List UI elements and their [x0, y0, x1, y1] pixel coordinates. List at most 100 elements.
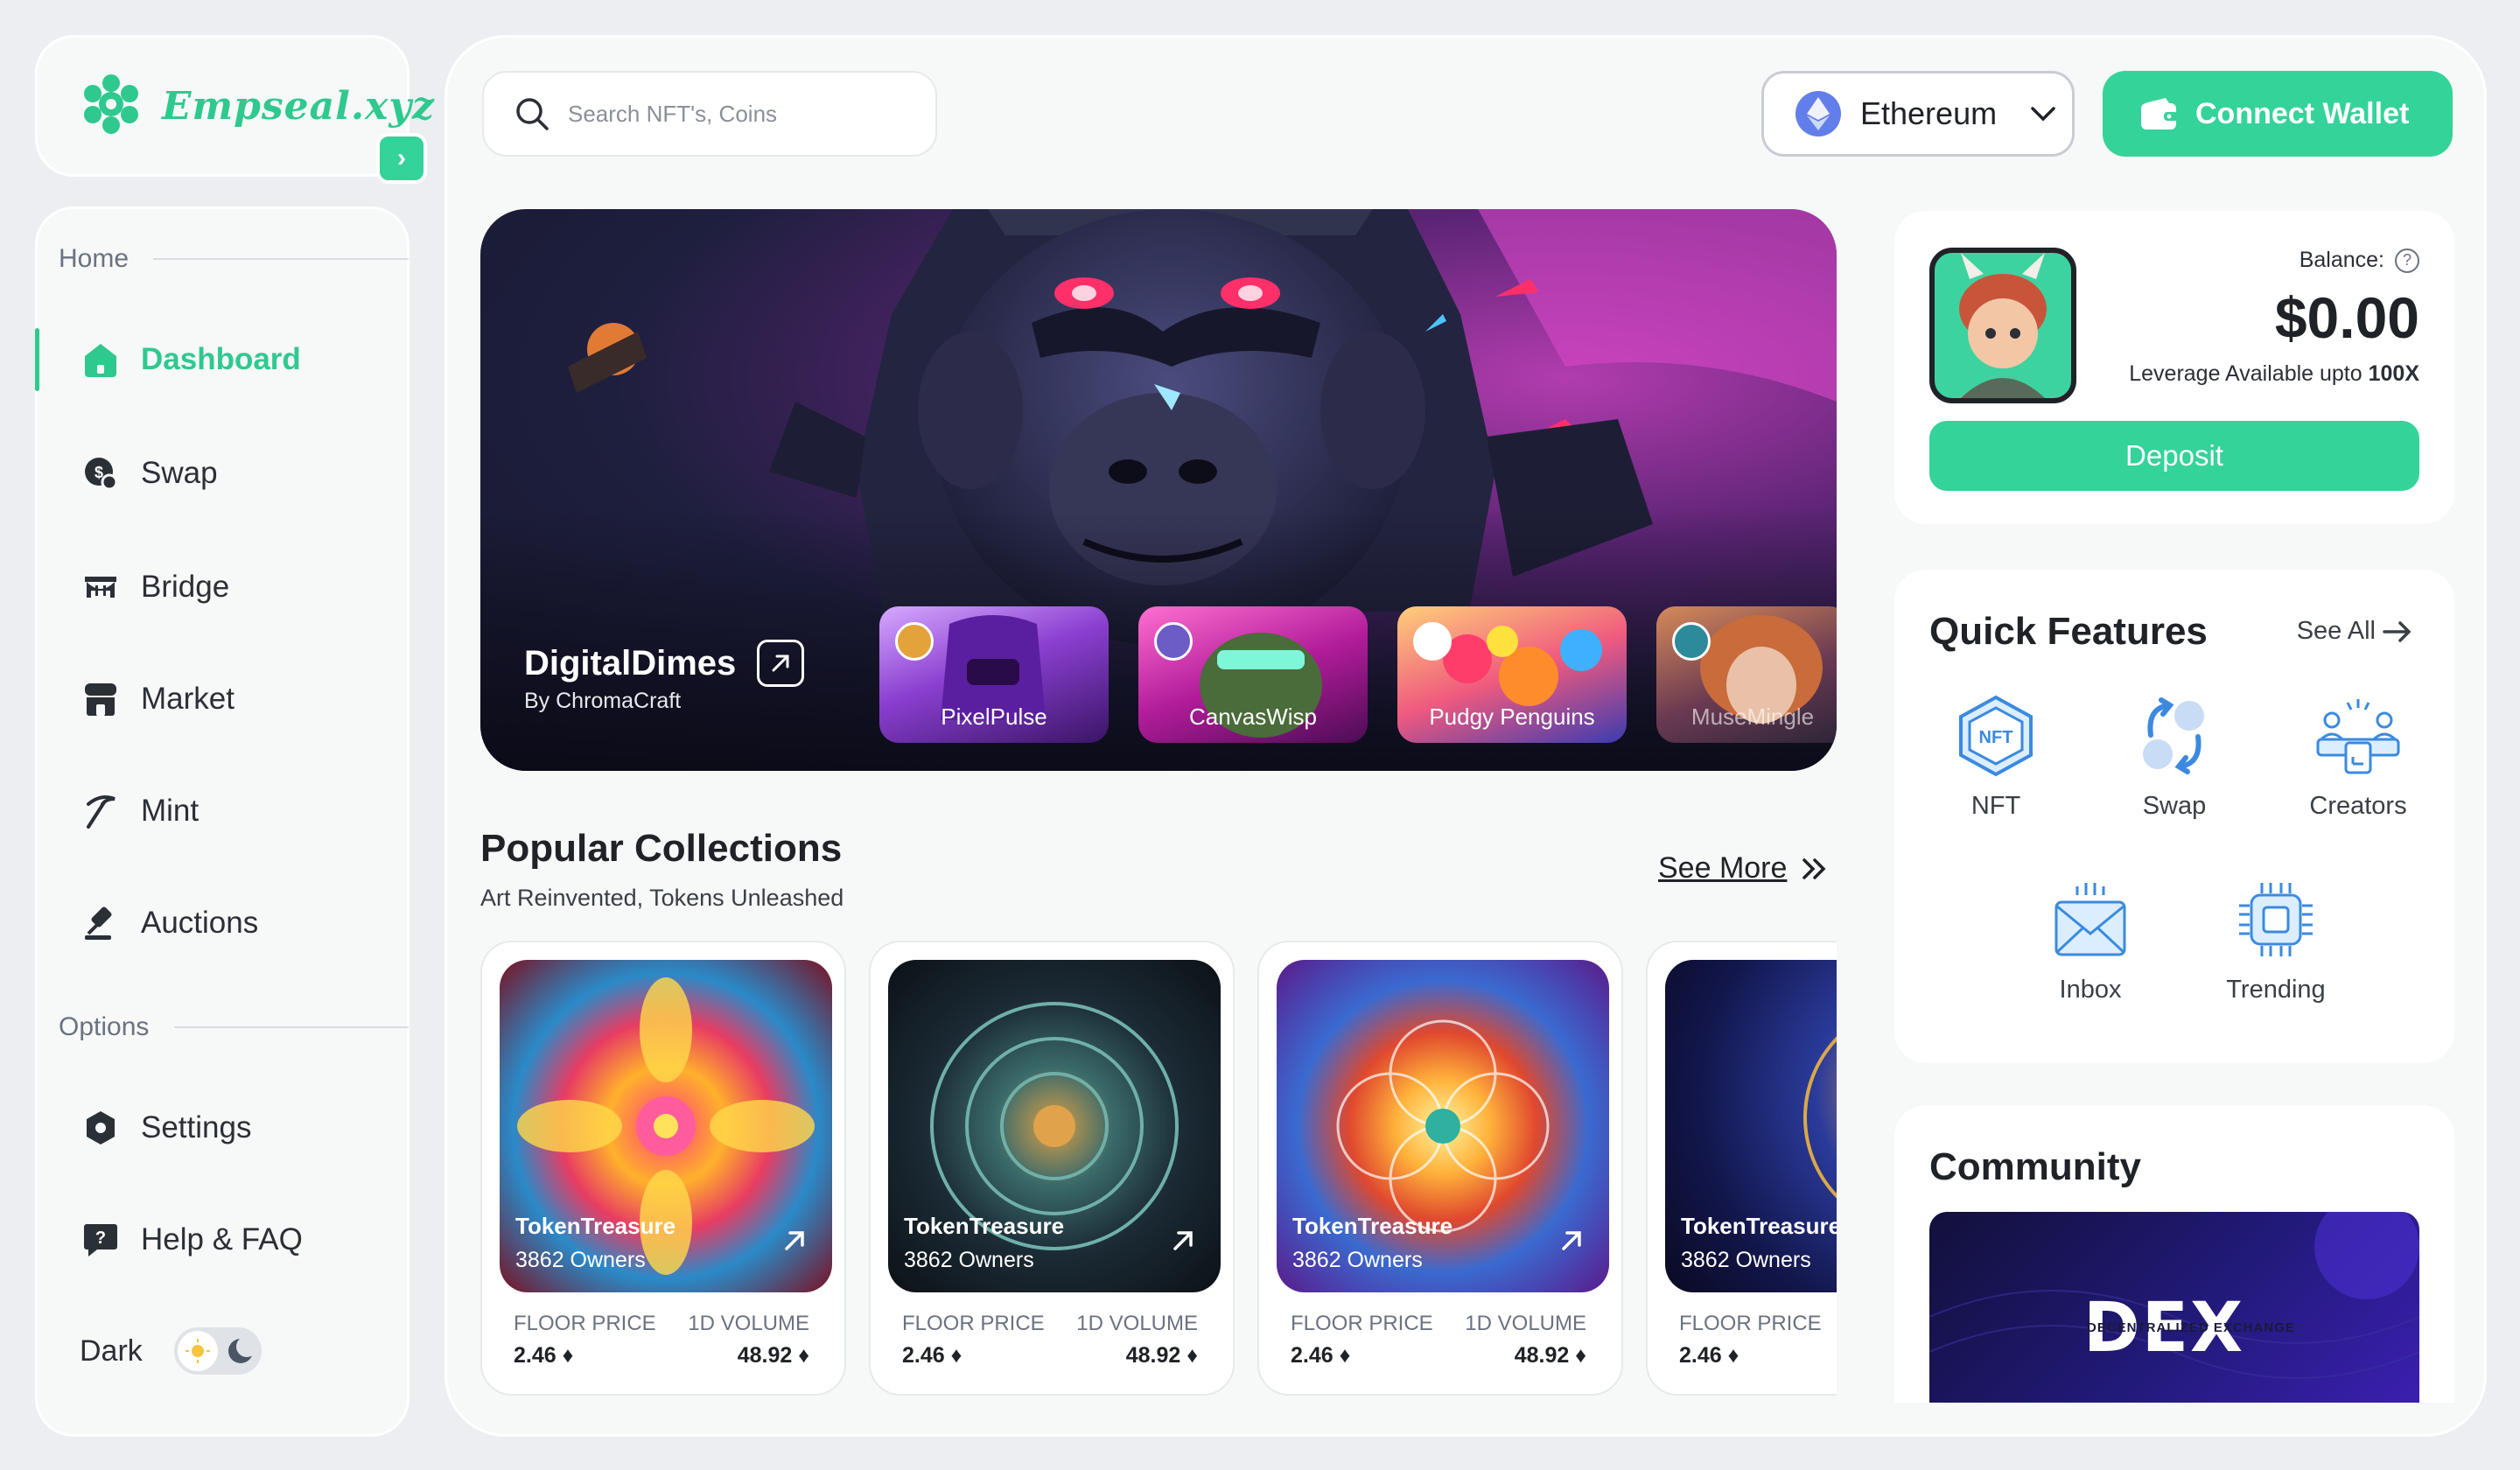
hero-card-label: Pudgy Penguins	[1429, 704, 1595, 730]
collection-artwork: TokenTreasure 3862 Owners	[500, 960, 832, 1292]
dark-mode-label: Dark	[80, 1334, 143, 1368]
quick-features-card: Quick Features See All NFT NFT Swap Crea…	[1894, 570, 2454, 1063]
moon-icon	[228, 1336, 257, 1363]
sidebar-item-swap[interactable]: $ Swap	[38, 437, 409, 510]
wallet-icon	[2141, 98, 2178, 130]
section-subtitle: Art Reinvented, Tokens Unleashed	[480, 885, 844, 911]
hero-title-text: DigitalDimes	[524, 643, 737, 682]
hero-card-musemingle[interactable]: MuseMingle	[1656, 606, 1837, 743]
creator-avatar	[1154, 622, 1193, 661]
svg-text:NFT: NFT	[1979, 728, 2013, 747]
bridge-icon	[80, 566, 122, 608]
info-icon[interactable]: ?	[2395, 248, 2419, 273]
home-icon	[80, 339, 122, 381]
sun-icon	[177, 1331, 218, 1371]
hero-card-pixelpulse[interactable]: PixelPulse	[879, 606, 1109, 743]
avatar[interactable]	[1929, 248, 2076, 403]
external-link-icon[interactable]	[757, 640, 805, 687]
hero-card-label: CanvasWisp	[1189, 704, 1317, 730]
sidebar-item-settings[interactable]: Settings	[38, 1091, 409, 1165]
quick-feature-trending[interactable]: Trending	[2206, 876, 2346, 1004]
sidebar: Home Dashboard $ Swap Bridge Market Mint…	[35, 206, 410, 1437]
brand-logo-icon	[80, 73, 143, 140]
collection-name: TokenTreasure	[1681, 1213, 1837, 1239]
help-icon: ?	[80, 1219, 122, 1261]
connect-wallet-label: Connect Wallet	[2195, 96, 2410, 130]
volume-label: 1D VOLUME	[688, 1312, 809, 1335]
ethereum-icon	[1796, 91, 1841, 136]
see-more-link[interactable]: See More	[1658, 851, 1829, 886]
hero-card-label: MuseMingle	[1690, 704, 1815, 730]
dark-mode-row: Dark	[80, 1327, 262, 1375]
see-all-link[interactable]: See All	[2297, 617, 2412, 646]
sidebar-item-bridge[interactable]: Bridge	[38, 550, 409, 624]
community-card: Community DEX DECENTRALIZED EXCHANGE	[1894, 1105, 2454, 1403]
collection-card[interactable]: TokenTreasure 3862 Owners FLOOR PRICE 2.…	[1646, 941, 1837, 1396]
sidebar-item-auctions[interactable]: Auctions	[38, 886, 409, 960]
sidebar-item-mint[interactable]: Mint	[38, 774, 409, 848]
brand-name: Empseal.xyz	[162, 83, 435, 129]
logo-card: Empseal.xyz	[35, 35, 434, 177]
floor-price-label: FLOOR PRICE	[514, 1312, 656, 1335]
hero-card-pudgy-penguins[interactable]: Pudgy Penguins	[1397, 606, 1627, 743]
creator-avatar	[1413, 622, 1452, 661]
chevron-down-icon	[2031, 107, 2055, 122]
floor-price-value: 2.46 ♦	[1291, 1343, 1351, 1368]
hero-creator: By ChromaCraft	[524, 689, 682, 713]
arrow-up-right-icon	[1562, 1231, 1581, 1250]
volume-label: 1D VOLUME	[1465, 1312, 1586, 1335]
collection-artwork: TokenTreasure 3862 Owners	[1277, 960, 1609, 1292]
quick-feature-inbox[interactable]: Inbox	[2020, 876, 2160, 1004]
dark-mode-toggle[interactable]	[173, 1327, 262, 1375]
arrow-up-right-icon	[785, 1231, 804, 1250]
balance-value: $0.00	[2274, 285, 2419, 350]
swap-icon	[2143, 697, 2204, 774]
hero-card-canvaswisp[interactable]: CanvasWisp	[1138, 606, 1368, 743]
floor-price-label: FLOOR PRICE	[1679, 1312, 1822, 1335]
arrow-up-right-icon	[1173, 1231, 1193, 1250]
sidebar-item-label: Auctions	[141, 906, 259, 940]
store-icon	[80, 678, 122, 720]
banner-subtitle: DECENTRALIZED EXCHANGE	[2087, 1320, 2295, 1335]
search-input[interactable]: Search NFT's, Coins	[482, 71, 937, 157]
floor-price-value: 2.46 ♦	[902, 1343, 962, 1368]
sidebar-item-label: Dashboard	[141, 342, 301, 376]
collections-carousel: TokenTreasure 3862 Owners FLOOR PRICE 1D…	[480, 941, 1837, 1431]
collection-name: TokenTreasure	[904, 1213, 1065, 1239]
creator-avatar	[1672, 622, 1711, 661]
double-chevron-right-icon	[1802, 858, 1826, 879]
sidebar-toggle-button[interactable]: ›	[376, 133, 427, 184]
search-placeholder: Search NFT's, Coins	[568, 100, 778, 127]
divider	[174, 1026, 409, 1028]
sidebar-item-market[interactable]: Market	[38, 662, 409, 736]
collection-owners: 3862 Owners	[1681, 1248, 1811, 1272]
network-select[interactable]: Ethereum	[1761, 71, 2075, 157]
collection-name: TokenTreasure	[1292, 1213, 1453, 1239]
collection-artwork: TokenTreasure 3862 Owners	[888, 960, 1221, 1292]
deposit-button[interactable]: Deposit	[1929, 421, 2419, 491]
volume-value: 48.92 ♦	[737, 1343, 809, 1368]
collection-card[interactable]: TokenTreasure 3862 Owners FLOOR PRICE 1D…	[869, 941, 1235, 1396]
quick-feature-creators[interactable]: Creators	[2288, 692, 2428, 821]
volume-value: 48.92 ♦	[1514, 1343, 1586, 1368]
hero-card-label: PixelPulse	[941, 704, 1047, 730]
sidebar-item-help[interactable]: ? Help & FAQ	[38, 1203, 409, 1277]
sidebar-item-dashboard[interactable]: Dashboard	[35, 323, 409, 396]
svg-text:?: ?	[95, 1228, 106, 1248]
volume-label: 1D VOLUME	[1076, 1312, 1198, 1335]
sidebar-item-label: Bridge	[141, 570, 230, 604]
quick-feature-swap[interactable]: Swap	[2104, 692, 2244, 821]
leverage-info: Leverage Available upto 100X	[2129, 361, 2419, 386]
quick-feature-nft[interactable]: NFT NFT	[1926, 692, 2066, 821]
arrow-right-icon	[2383, 620, 2412, 642]
hero-title[interactable]: DigitalDimes	[524, 640, 805, 687]
collection-card[interactable]: TokenTreasure 3862 Owners FLOOR PRICE 1D…	[1257, 941, 1623, 1396]
hero-banner[interactable]: DigitalDimes By ChromaCraft PixelPulse C…	[480, 209, 1837, 771]
coin-swap-icon: $	[80, 452, 122, 494]
community-banner[interactable]: DEX DECENTRALIZED EXCHANGE	[1929, 1212, 2419, 1403]
section-label-options: Options	[59, 1012, 150, 1041]
collection-card[interactable]: TokenTreasure 3862 Owners FLOOR PRICE 1D…	[480, 941, 846, 1396]
connect-wallet-button[interactable]: Connect Wallet	[2103, 71, 2453, 157]
see-more-label: See More	[1658, 851, 1788, 885]
divider	[153, 258, 409, 260]
